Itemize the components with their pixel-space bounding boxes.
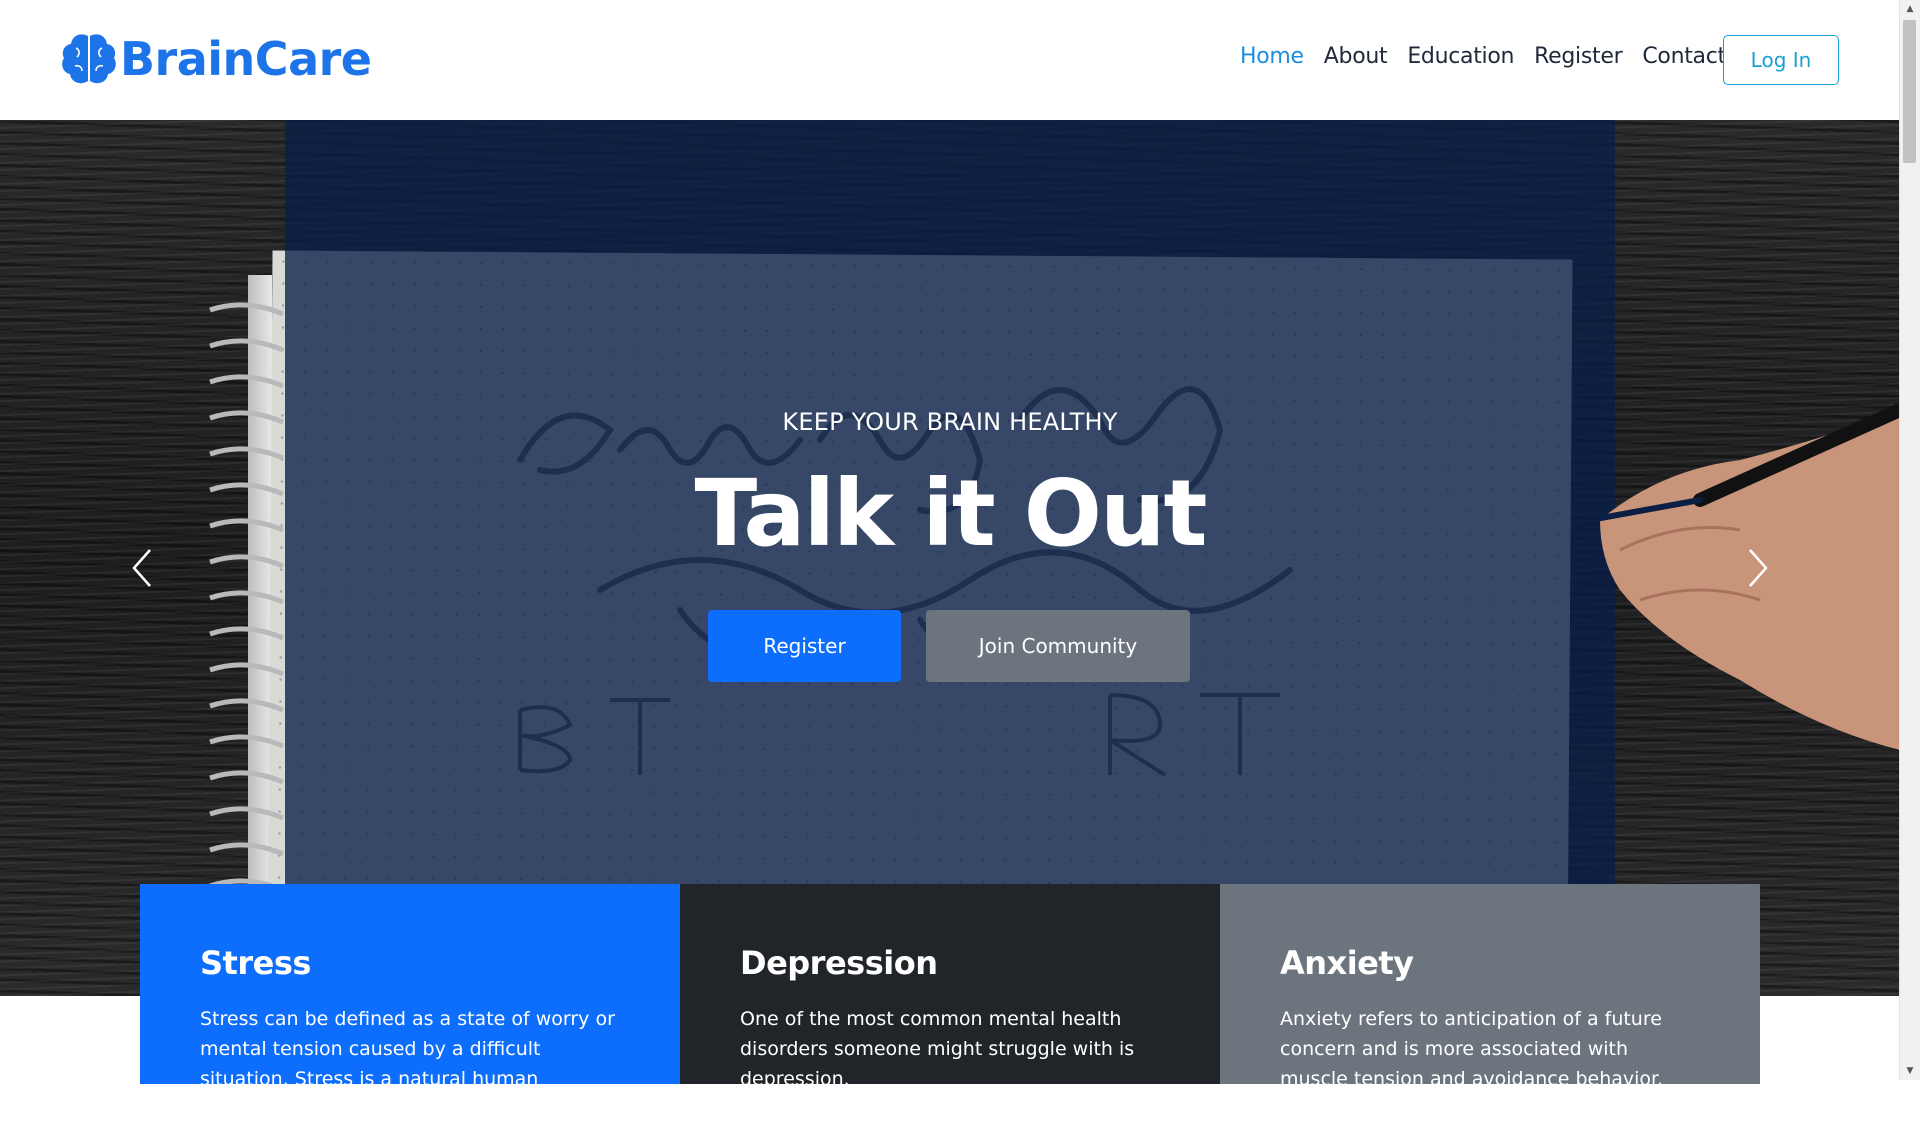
scroll-thumb[interactable] bbox=[1903, 20, 1916, 163]
nav-link-home[interactable]: Home bbox=[1240, 44, 1304, 69]
card-title: Depression bbox=[740, 944, 938, 982]
carousel-prev-button[interactable] bbox=[122, 538, 162, 598]
login-button[interactable]: Log In bbox=[1723, 35, 1839, 85]
scroll-down-arrow-icon[interactable]: ▼ bbox=[1900, 1062, 1920, 1080]
page-scrollbar[interactable]: ▲ ▼ bbox=[1899, 0, 1920, 1080]
hero-carousel: KEEP YOUR BRAIN HEALTHY Talk it Out Regi… bbox=[0, 120, 1900, 996]
scroll-up-arrow-icon[interactable]: ▲ bbox=[1900, 0, 1920, 18]
nav-links: Home About Education Register Contact bbox=[1240, 44, 1726, 69]
nav-link-register[interactable]: Register bbox=[1534, 44, 1622, 69]
nav-link-about[interactable]: About bbox=[1324, 44, 1388, 69]
nav-link-contact[interactable]: Contact bbox=[1642, 44, 1726, 69]
hero-subtitle: KEEP YOUR BRAIN HEALTHY bbox=[782, 408, 1118, 436]
brain-icon bbox=[62, 34, 116, 84]
hero-register-button[interactable]: Register bbox=[708, 610, 901, 682]
card-title: Stress bbox=[200, 944, 311, 982]
brand-logo-link[interactable]: BrainCare bbox=[60, 32, 372, 86]
card-text: One of the most common mental health dis… bbox=[740, 1008, 1135, 1090]
carousel-next-button[interactable] bbox=[1738, 538, 1778, 598]
brand-name: BrainCare bbox=[120, 32, 372, 86]
hero-title: Talk it Out bbox=[694, 460, 1208, 567]
chevron-left-icon bbox=[132, 549, 151, 587]
nav-link-education[interactable]: Education bbox=[1407, 44, 1514, 69]
card-stress: Stress Stress can be defined as a state … bbox=[140, 884, 680, 1120]
card-text: Anxiety refers to anticipation of a futu… bbox=[1280, 1008, 1664, 1120]
card-depression: Depression One of the most common mental… bbox=[680, 884, 1220, 1090]
card-title: Anxiety bbox=[1280, 944, 1414, 982]
hero-join-community-button[interactable]: Join Community bbox=[926, 610, 1190, 682]
chevron-right-icon bbox=[1749, 549, 1768, 587]
card-anxiety: Anxiety Anxiety refers to anticipation o… bbox=[1220, 884, 1760, 1120]
card-text: Stress can be defined as a state of worr… bbox=[200, 1008, 615, 1120]
navbar: BrainCare Home About Education Register … bbox=[0, 0, 1900, 120]
notebook-spiral bbox=[209, 302, 284, 929]
